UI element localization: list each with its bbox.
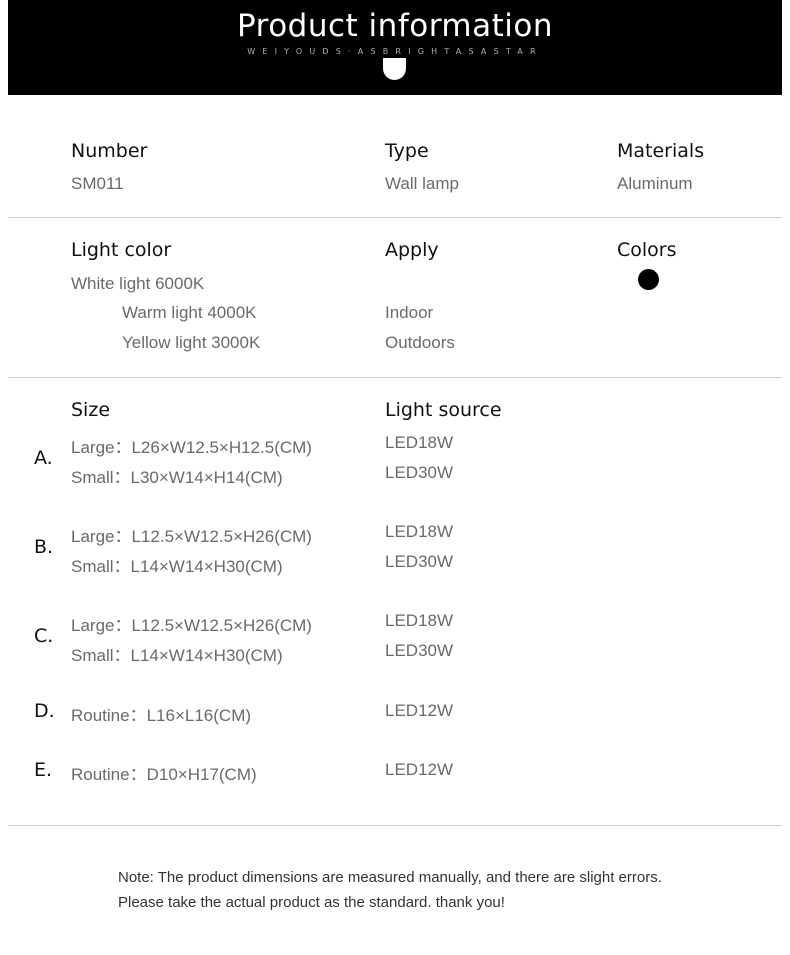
divider [8,217,782,218]
apply-value: Indoor [385,303,434,322]
type-label: Type [385,140,429,162]
number-value: SM011 [71,174,124,193]
light-source-value: LED30W [385,552,454,571]
materials-value: Aluminum [617,174,693,193]
light-source-value: LED18W [385,522,454,541]
number-label: Number [71,140,148,162]
light-source-value: LED30W [385,463,454,482]
light-color-value: Warm light 4000K [122,303,257,322]
size-value: Large：L12.5×W12.5×H26(CM) [71,527,312,546]
colors-label: Colors [617,239,677,261]
color-swatch-black [638,269,659,290]
materials-label: Materials [617,140,705,162]
light-source-value: LED18W [385,611,454,630]
size-value: Large：L12.5×W12.5×H26(CM) [71,616,312,635]
model-letter: A. [34,447,53,469]
apply-value: Outdoors [385,333,455,352]
model-letter: C. [34,625,54,647]
light-color-label: Light color [71,239,172,261]
header-dot-decoration [383,58,406,80]
light-source-label: Light source [385,399,502,421]
size-value: Small：L14×W14×H30(CM) [71,557,283,576]
divider [8,825,782,826]
light-source-value: LED12W [385,760,454,779]
divider [8,377,782,378]
model-letter: B. [34,536,54,558]
size-value: Routine：L16×L16(CM) [71,706,252,725]
note-line: Please take the actual product as the st… [118,894,505,911]
model-letter: E. [34,759,53,781]
type-value: Wall lamp [385,174,459,193]
page-title: Product information [237,8,553,44]
model-letter: D. [34,700,55,722]
light-color-value: Yellow light 3000K [122,333,261,352]
size-label: Size [71,399,111,421]
light-source-value: LED18W [385,433,454,452]
size-value: Routine：D10×H17(CM) [71,765,257,784]
apply-label: Apply [385,239,439,261]
size-value: Small：L14×W14×H30(CM) [71,646,283,665]
light-source-value: LED30W [385,641,454,660]
light-color-value: White light 6000K [71,274,205,293]
page-subtitle: WEIYOUDS·ASBRIGHTASASTAR [247,47,543,56]
size-value: Small：L30×W14×H14(CM) [71,468,283,487]
light-source-value: LED12W [385,701,454,720]
header-banner: Product information WEIYOUDS·ASBRIGHTASA… [8,0,782,95]
size-value: Large：L26×W12.5×H12.5(CM) [71,438,312,457]
note-line: Note: The product dimensions are measure… [118,869,662,886]
